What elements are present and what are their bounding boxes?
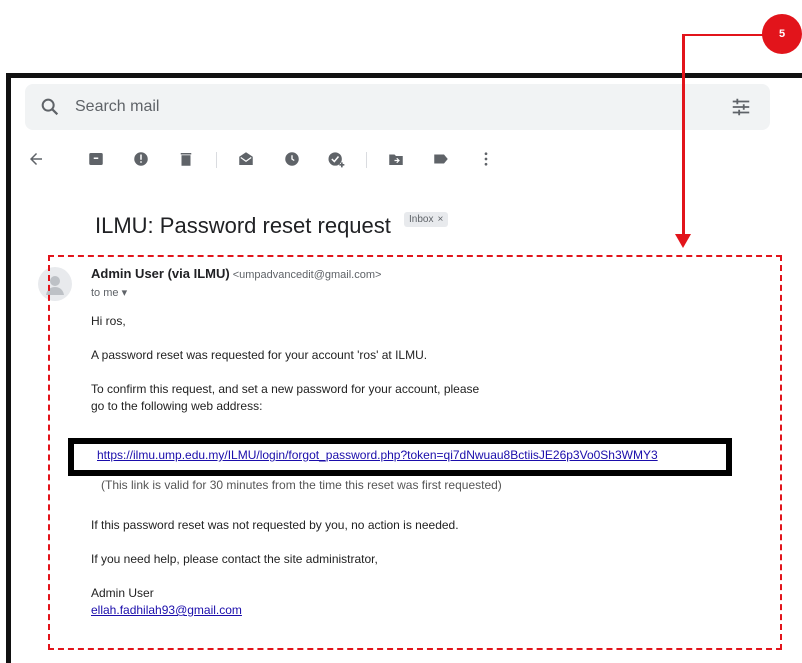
inbox-label-chip[interactable]: Inbox × <box>404 212 449 227</box>
search-input[interactable]: Search mail <box>75 98 159 116</box>
annotation-connector-line <box>682 34 685 237</box>
report-spam-icon[interactable] <box>130 148 152 170</box>
move-to-icon[interactable] <box>385 148 407 170</box>
search-options-icon[interactable] <box>730 96 752 118</box>
back-arrow-icon[interactable] <box>25 148 47 170</box>
email-subject: ILMU: Password reset request <box>95 213 391 238</box>
search-bar[interactable]: Search mail <box>25 84 770 130</box>
label-text: Inbox <box>409 214 434 225</box>
add-task-icon[interactable] <box>325 148 347 170</box>
snooze-icon[interactable] <box>281 148 303 170</box>
more-icon[interactable] <box>475 148 497 170</box>
label-icon[interactable] <box>430 148 452 170</box>
annotation-connector-line <box>683 34 765 36</box>
step-number-badge: 5 <box>762 14 802 54</box>
remove-label-icon[interactable]: × <box>437 214 443 225</box>
toolbar-divider <box>216 152 217 168</box>
mark-unread-icon[interactable] <box>235 148 257 170</box>
archive-icon[interactable] <box>85 148 107 170</box>
delete-icon[interactable] <box>175 148 197 170</box>
annotation-arrow-head <box>675 234 691 248</box>
toolbar-divider <box>366 152 367 168</box>
annotation-dashed-box <box>48 255 782 650</box>
search-icon[interactable] <box>39 96 61 118</box>
